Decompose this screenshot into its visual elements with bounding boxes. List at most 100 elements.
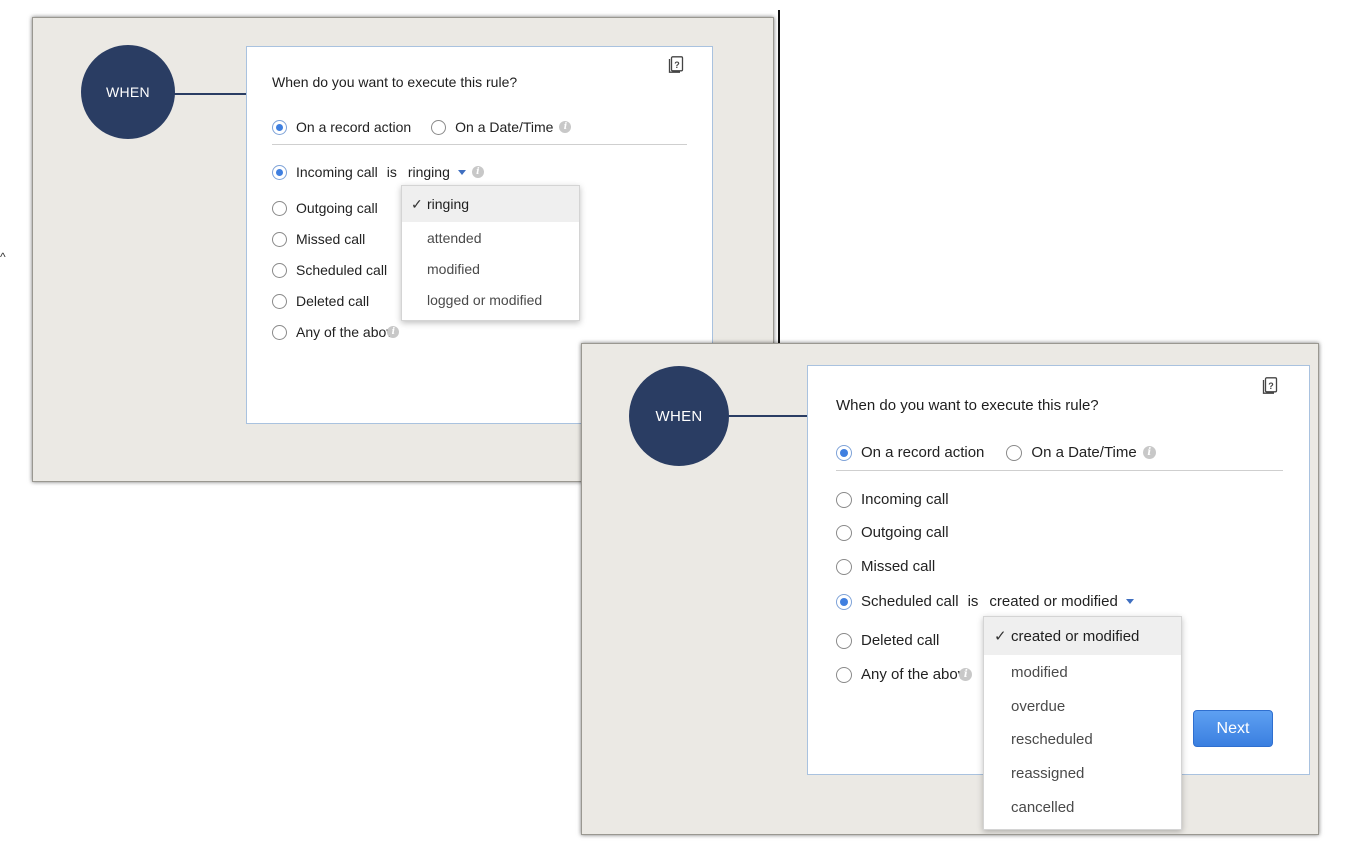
is-label: is <box>967 593 979 610</box>
check-icon: ✓ <box>994 628 1007 645</box>
menu-item-ringing[interactable]: ✓ ringing <box>402 186 579 222</box>
mode-datetime-label[interactable]: On a Date/Time <box>455 119 553 135</box>
option-scheduled-call[interactable]: Scheduled call <box>272 262 387 278</box>
option-radio[interactable] <box>272 293 287 309</box>
menu-item-label[interactable]: rescheduled <box>1011 731 1093 748</box>
menu-item-label[interactable]: reassigned <box>1011 765 1084 782</box>
option-label[interactable]: Any of the abov <box>296 324 393 340</box>
mode-record-radio[interactable] <box>836 444 852 461</box>
info-icon: i <box>1142 446 1156 459</box>
screenshot-scheduled: WHEN ? When do you want to execute this … <box>581 343 1319 835</box>
option-label[interactable]: Scheduled call <box>861 593 959 610</box>
menu-item-label[interactable]: created or modified <box>1011 628 1139 645</box>
option-label[interactable]: Incoming call <box>861 491 949 508</box>
caret-down-icon[interactable] <box>1125 599 1134 604</box>
status-dropdown[interactable]: ringing i <box>408 164 484 180</box>
mode-record-label[interactable]: On a record action <box>861 444 984 461</box>
menu-item-reassigned[interactable]: reassigned <box>984 756 1181 790</box>
check-icon: ✓ <box>411 195 423 212</box>
option-any[interactable]: Any of the abov i <box>272 324 400 340</box>
menu-item-label[interactable]: attended <box>427 230 482 246</box>
option-label[interactable]: Incoming call <box>296 164 378 180</box>
menu-item-label[interactable]: modified <box>1011 664 1068 681</box>
info-icon: i <box>471 166 484 178</box>
rule-question: When do you want to execute this rule? <box>836 397 1099 414</box>
svg-text:?: ? <box>674 60 680 70</box>
option-deleted-call[interactable]: Deleted call <box>836 632 939 649</box>
option-label[interactable]: Deleted call <box>861 632 939 649</box>
menu-item-label[interactable]: cancelled <box>1011 799 1074 816</box>
option-radio[interactable] <box>272 262 287 278</box>
option-outgoing-call[interactable]: Outgoing call <box>836 524 949 541</box>
option-missed-call[interactable]: Missed call <box>272 231 365 247</box>
menu-item-created-or-modified[interactable]: ✓ created or modified <box>984 617 1181 655</box>
option-incoming-call[interactable]: Incoming call <box>836 491 949 508</box>
option-scheduled-radio[interactable] <box>836 593 852 610</box>
dropdown-value[interactable]: created or modified <box>989 593 1117 610</box>
dropdown-value[interactable]: ringing <box>408 164 450 180</box>
option-missed-call[interactable]: Missed call <box>836 558 935 575</box>
option-label[interactable]: Outgoing call <box>296 200 378 216</box>
help-book-icon[interactable]: ? <box>668 56 684 74</box>
when-circle: WHEN <box>81 45 175 139</box>
divider-line <box>778 10 780 345</box>
option-label[interactable]: Deleted call <box>296 293 369 309</box>
edge-mark: ^ <box>0 250 6 264</box>
option-label[interactable]: Outgoing call <box>861 524 949 541</box>
option-label[interactable]: Scheduled call <box>296 262 387 278</box>
is-label: is <box>386 164 397 180</box>
option-outgoing-call[interactable]: Outgoing call <box>272 200 378 216</box>
option-any[interactable]: Any of the abov i <box>836 666 973 683</box>
option-radio[interactable] <box>836 491 852 508</box>
option-radio[interactable] <box>836 666 852 683</box>
menu-item-rescheduled[interactable]: rescheduled <box>984 723 1181 756</box>
next-button[interactable]: Next <box>1193 710 1273 747</box>
mode-datetime-radio[interactable] <box>1006 444 1023 461</box>
mode-selector: On a record action On a Date/Time i <box>272 119 572 135</box>
rule-question: When do you want to execute this rule? <box>272 74 518 90</box>
option-label[interactable]: Missed call <box>296 231 365 247</box>
menu-item-logged-or-modified[interactable]: logged or modified <box>402 284 579 315</box>
when-label: WHEN <box>106 84 150 100</box>
option-deleted-call[interactable]: Deleted call <box>272 293 369 309</box>
option-incoming-call[interactable]: Incoming call is ringing i <box>272 164 484 180</box>
option-label[interactable]: Missed call <box>861 558 935 575</box>
info-icon: i <box>387 326 400 338</box>
option-radio[interactable] <box>272 231 287 247</box>
mode-datetime-label[interactable]: On a Date/Time <box>1031 444 1136 461</box>
option-label[interactable]: Any of the abov <box>861 666 965 683</box>
option-incoming-radio[interactable] <box>272 164 287 180</box>
info-icon: i <box>959 668 973 681</box>
svg-text:?: ? <box>1268 381 1274 391</box>
option-radio[interactable] <box>272 324 287 340</box>
mode-separator <box>836 470 1283 471</box>
option-radio[interactable] <box>836 632 852 649</box>
menu-item-modified[interactable]: modified <box>402 253 579 284</box>
option-radio[interactable] <box>836 558 852 575</box>
menu-item-cancelled[interactable]: cancelled <box>984 790 1181 824</box>
menu-item-label[interactable]: ringing <box>427 196 469 212</box>
status-dropdown-menu: ✓ ringing attended modified logged or mo… <box>401 185 580 321</box>
mode-separator <box>272 144 687 145</box>
when-label: WHEN <box>655 407 703 425</box>
menu-item-label[interactable]: modified <box>427 261 480 277</box>
mode-datetime-radio[interactable] <box>431 119 447 135</box>
menu-item-modified[interactable]: modified <box>984 655 1181 689</box>
status-dropdown[interactable]: created or modified <box>989 593 1134 610</box>
option-radio[interactable] <box>272 200 287 216</box>
info-icon: i <box>559 121 572 133</box>
when-circle: WHEN <box>629 366 729 466</box>
mode-record-radio[interactable] <box>272 119 287 135</box>
mode-selector: On a record action On a Date/Time i <box>836 444 1156 461</box>
menu-item-label[interactable]: logged or modified <box>427 292 542 308</box>
caret-down-icon[interactable] <box>457 169 466 175</box>
help-book-icon[interactable]: ? <box>1262 377 1278 395</box>
option-radio[interactable] <box>836 524 852 541</box>
option-scheduled-call[interactable]: Scheduled call is created or modified <box>836 593 1134 610</box>
status-dropdown-menu: ✓ created or modified modified overdue r… <box>983 616 1182 830</box>
menu-item-attended[interactable]: attended <box>402 222 579 253</box>
when-connector <box>728 415 808 417</box>
mode-record-label[interactable]: On a record action <box>296 119 411 135</box>
menu-item-overdue[interactable]: overdue <box>984 689 1181 723</box>
menu-item-label[interactable]: overdue <box>1011 698 1065 715</box>
